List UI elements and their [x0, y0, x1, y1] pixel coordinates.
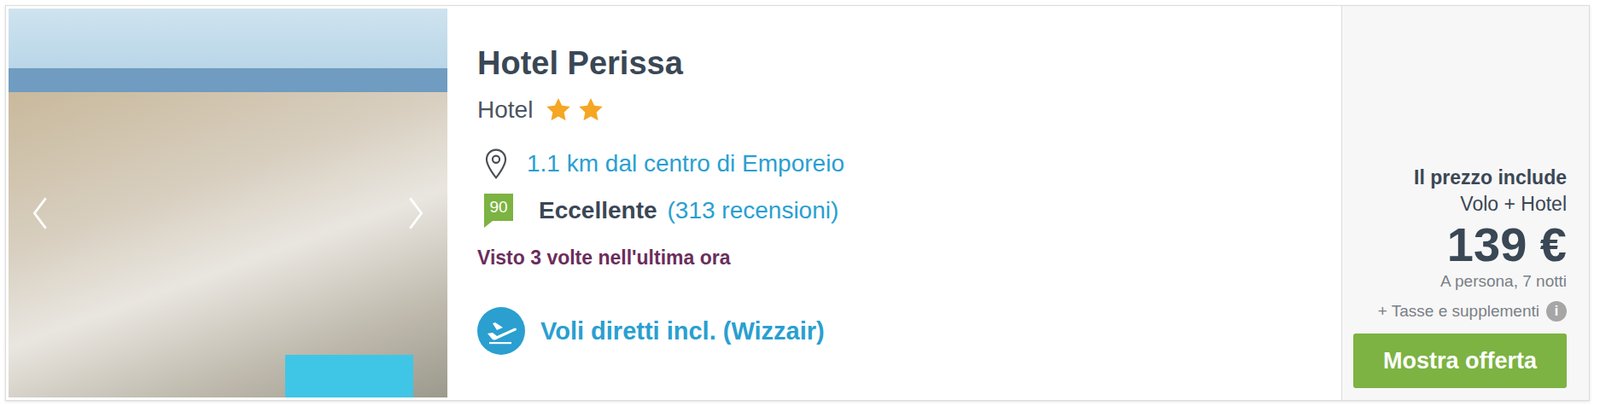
price-amount: 139 €	[1447, 217, 1567, 273]
location-row: 1.1 km dal centro di Emporeio	[477, 147, 1325, 181]
hotel-name[interactable]: Hotel Perissa	[477, 43, 1325, 83]
price-includes: Volo + Hotel	[1459, 192, 1567, 217]
page: Hotel Perissa Hotel 1.1 km dal centro di E…	[0, 0, 1600, 406]
rating-row: 90 Eccellente (313 recensioni)	[477, 193, 1325, 228]
price-includes-label: Il prezzo include	[1413, 166, 1567, 190]
price-per: A persona, 7 notti	[1440, 272, 1567, 292]
distance-link[interactable]: 1.1 km dal centro di Emporeio	[526, 150, 845, 178]
location-pin-icon	[484, 147, 509, 181]
show-offer-button[interactable]: Mostra offerta	[1353, 333, 1567, 389]
taxes-row: + Tasse e supplementi i	[1378, 301, 1567, 322]
info-icon[interactable]: i	[1546, 301, 1567, 322]
plane-icon	[477, 307, 526, 356]
taxes-label: + Tasse e supplementi	[1378, 302, 1540, 322]
hotel-card: Hotel Perissa Hotel 1.1 km dal centro di E…	[5, 5, 1590, 402]
viewed-notice: Visto 3 volte nell'ultima ora	[477, 246, 1325, 270]
price-panel: Il prezzo includeVolo + Hotel139 €A pers…	[1341, 5, 1589, 401]
previous-photo-icon[interactable]	[30, 194, 50, 233]
hotel-photo[interactable]	[8, 8, 448, 398]
score-badge: 90	[484, 193, 514, 228]
flights-row: Voli diretti incl. (Wizzair)	[477, 307, 1325, 356]
star-icon	[544, 96, 573, 124]
reviews-link[interactable]: (313 recensioni)	[667, 197, 840, 225]
flights-link[interactable]: Voli diretti incl. (Wizzair)	[540, 317, 825, 346]
rating-label: Eccellente	[538, 197, 658, 225]
star-icon	[577, 96, 605, 124]
hotel-type: Hotel	[477, 96, 533, 124]
next-photo-icon[interactable]	[406, 194, 426, 233]
hotel-type-row: Hotel	[477, 96, 1325, 124]
hotel-info: Hotel Perissa Hotel 1.1 km dal centro di E…	[449, 5, 1342, 401]
